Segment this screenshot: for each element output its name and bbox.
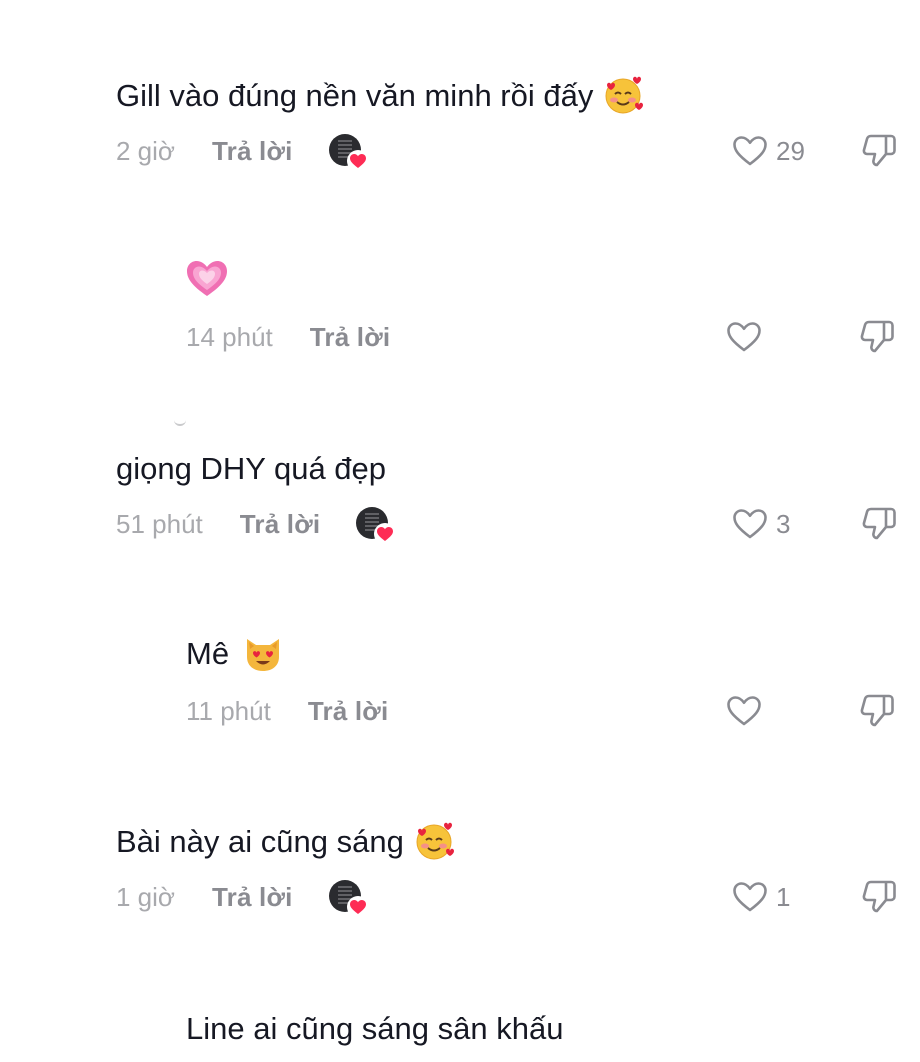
comment-time: 1 giờ [116,881,175,912]
thumbs-down-icon [862,880,896,913]
growing-heart-emoji [186,260,228,298]
creator-liked-indicator [328,132,369,172]
heart-badge-icon [346,896,369,918]
heart-outline-icon [727,696,761,726]
heart-badge-icon [374,523,397,545]
like-button[interactable] [726,317,770,357]
comment-meta: 11 phút Trả lời [186,691,388,731]
comment-meta: 1 giờ Trả lời [116,877,369,918]
heart-badge-icon [346,150,369,172]
comment-meta: 14 phút Trả lời [186,317,390,357]
comment-time: 2 giờ [116,135,175,166]
comment-text: Gill vào đúng nền văn minh rồi đấy [116,78,594,113]
reply-button[interactable]: Trả lời [240,509,321,540]
dislike-button[interactable] [860,504,900,544]
thumbs-down-icon [860,694,894,727]
smiling-face-with-hearts-emoji [603,75,644,115]
like-count: 1 [776,881,791,912]
clipped-text-fragment [170,420,190,428]
creator-liked-indicator [328,878,369,918]
like-button[interactable]: 1 [732,877,790,917]
comment-meta: 2 giờ Trả lời [116,131,369,172]
heart-outline-icon [727,322,761,352]
like-button[interactable]: 29 [732,131,805,171]
like-button[interactable]: 3 [732,504,790,544]
dislike-button[interactable] [860,877,900,917]
reply-button[interactable]: Trả lời [308,696,389,727]
comment-time: 14 phút [186,321,273,352]
thumbs-down-icon [860,320,894,353]
dislike-button[interactable] [858,691,898,731]
dislike-button[interactable] [858,317,898,357]
creator-liked-indicator [356,505,397,545]
thumbs-down-icon [862,134,896,167]
smiling-face-with-hearts-emoji [414,821,454,861]
smiling-cat-with-heart-eyes-emoji [243,633,283,673]
comment-text: Line ai cũng sáng sân khấu [186,1011,564,1046]
comment-text: Mê [186,636,230,671]
comment-time: 11 phút [186,695,271,726]
heart-outline-icon [733,882,767,912]
like-count: 29 [776,135,805,166]
comment-meta: 51 phút Trả lời [116,504,397,545]
thumbs-down-icon [862,507,896,540]
comment-text: giọng DHY quá đẹp [116,451,387,486]
dislike-button[interactable] [860,131,900,171]
comment-time: 51 phút [116,508,203,539]
heart-outline-icon [733,509,767,539]
like-count: 3 [776,508,791,539]
heart-outline-icon [733,136,767,166]
reply-button[interactable]: Trả lời [212,136,293,167]
reply-button[interactable]: Trả lời [310,322,391,353]
comment-text: Bài này ai cũng sáng [116,824,404,859]
like-button[interactable] [726,691,770,731]
reply-button[interactable]: Trả lời [212,882,293,913]
